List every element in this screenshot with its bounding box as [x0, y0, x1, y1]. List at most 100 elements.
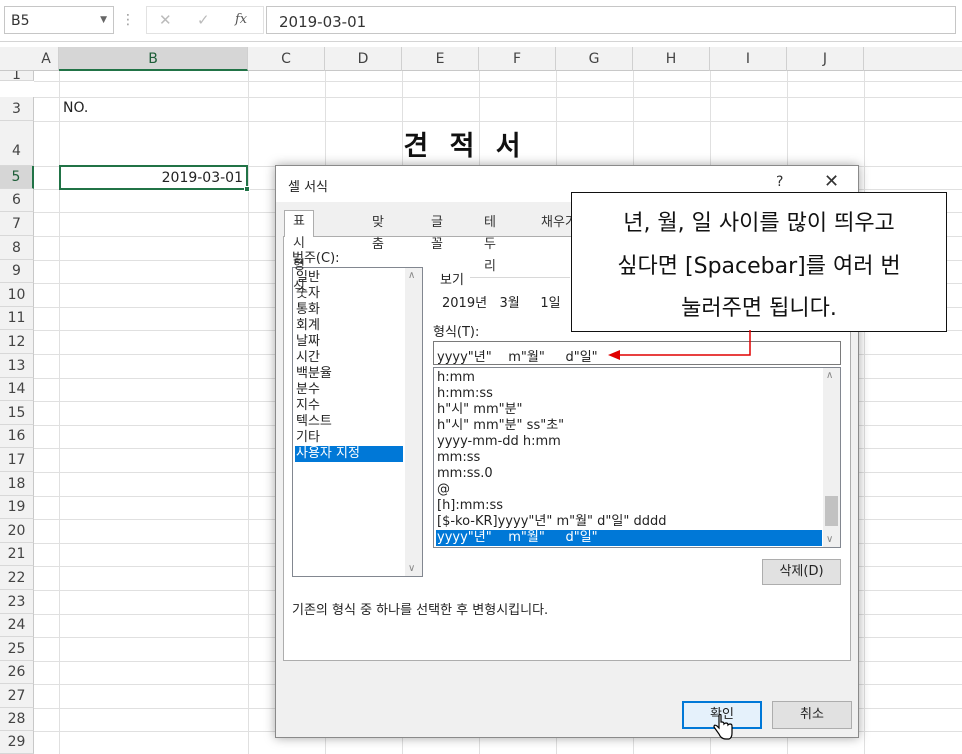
column-header-a[interactable]: A: [34, 47, 59, 71]
row-header-1[interactable]: 1: [0, 71, 34, 81]
row-header-9[interactable]: 9: [0, 260, 34, 283]
fill-handle[interactable]: [244, 186, 250, 192]
callout-arrow: [608, 330, 751, 360]
format-item[interactable]: h"시" mm"분": [436, 402, 822, 418]
formula-input[interactable]: 2019-03-01: [266, 6, 956, 34]
name-box-value: B5: [11, 13, 30, 29]
category-item[interactable]: 분수: [295, 382, 403, 398]
close-icon[interactable]: ✕: [824, 171, 839, 192]
row-header-16[interactable]: 16: [0, 425, 34, 448]
tab-border[interactable]: 테두리: [476, 212, 504, 274]
format-item[interactable]: h:mm: [436, 370, 822, 386]
sample-label: 보기: [440, 273, 464, 288]
column-header-b[interactable]: B: [59, 47, 248, 71]
tab-fill[interactable]: 채우기: [533, 212, 573, 236]
row-header-26[interactable]: 26: [0, 661, 34, 684]
row-header-6[interactable]: 6: [0, 189, 34, 212]
cancel-button[interactable]: 취소: [772, 701, 852, 729]
row-header-5[interactable]: 5: [0, 166, 34, 189]
row-header-12[interactable]: 12: [0, 330, 34, 354]
scroll-up-icon[interactable]: ∧: [826, 370, 833, 381]
format-item[interactable]: mm:ss.0: [436, 466, 822, 482]
formula-bar-separator-icon: ⋮: [121, 12, 135, 28]
category-item[interactable]: 통화: [295, 302, 403, 318]
tab-alignment[interactable]: 맞춤: [364, 212, 392, 252]
category-scrollbar[interactable]: ∧ ∨: [405, 268, 422, 576]
format-list[interactable]: h:mm h:mm:ss h"시" mm"분" h"시" mm"분" ss"초"…: [433, 367, 841, 548]
format-item[interactable]: mm:ss: [436, 450, 822, 466]
format-type-label: 형식(T):: [433, 325, 480, 340]
row-header-4[interactable]: 4: [0, 121, 34, 166]
row-header-18[interactable]: 18: [0, 472, 34, 496]
cell-b5-value: 2019-03-01: [161, 170, 243, 186]
category-item[interactable]: 백분율: [295, 366, 403, 382]
delete-button[interactable]: 삭제(D): [762, 559, 841, 585]
column-header-d[interactable]: D: [325, 47, 402, 71]
dialog-title: 셀 서식: [288, 180, 329, 195]
row-header-3[interactable]: 3: [0, 97, 34, 121]
scroll-down-icon[interactable]: ∨: [408, 563, 415, 574]
format-item[interactable]: h"시" mm"분" ss"초": [436, 418, 822, 434]
row-header-14[interactable]: 14: [0, 378, 34, 401]
row-header-23[interactable]: 23: [0, 590, 34, 614]
row-header-27[interactable]: 27: [0, 684, 34, 708]
format-item[interactable]: yyyy-mm-dd h:mm: [436, 434, 822, 450]
grid-line: [248, 71, 249, 754]
tab-number[interactable]: 표시 형식: [284, 210, 314, 295]
format-item[interactable]: @: [436, 482, 822, 498]
column-header-j[interactable]: J: [787, 47, 864, 71]
category-item[interactable]: 일반: [295, 270, 403, 286]
row-header-11[interactable]: 11: [0, 307, 34, 330]
format-list-scrollbar[interactable]: ∧ ∨: [823, 368, 840, 547]
sheet-title[interactable]: 견 적 서: [340, 124, 590, 163]
column-header-e[interactable]: E: [402, 47, 479, 71]
category-item[interactable]: 회계: [295, 318, 403, 334]
scroll-down-icon[interactable]: ∨: [826, 534, 833, 545]
grid-line: [34, 81, 962, 82]
category-item[interactable]: 시간: [295, 350, 403, 366]
row-header-24[interactable]: 24: [0, 614, 34, 637]
column-header-h[interactable]: H: [633, 47, 710, 71]
row-header-20[interactable]: 20: [0, 519, 34, 543]
row-header-8[interactable]: 8: [0, 236, 34, 260]
row-header-21[interactable]: 21: [0, 543, 34, 566]
format-item[interactable]: [$-ko-KR]yyyy"년" m"월" d"일" dddd: [436, 514, 822, 530]
scroll-up-icon[interactable]: ∧: [408, 270, 415, 281]
row-header-19[interactable]: 19: [0, 496, 34, 519]
tab-font[interactable]: 글꼴: [423, 212, 451, 252]
category-item[interactable]: 날짜: [295, 334, 403, 350]
row-header-29[interactable]: 29: [0, 731, 34, 754]
grid-line: [34, 97, 962, 98]
format-item-selected[interactable]: yyyy"년" m"월" d"일": [436, 530, 822, 546]
cancel-icon[interactable]: ✕: [159, 11, 172, 29]
column-header-c[interactable]: C: [248, 47, 325, 71]
chevron-down-icon[interactable]: ▼: [100, 15, 107, 25]
cell-b3[interactable]: NO.: [63, 100, 88, 116]
format-item[interactable]: h:mm:ss: [436, 386, 822, 402]
category-item[interactable]: 숫자: [295, 286, 403, 302]
category-list[interactable]: 일반 숫자 통화 회계 날짜 시간 백분율 분수 지수 텍스트 기타 사용자 지…: [292, 267, 423, 577]
help-icon[interactable]: ?: [776, 174, 783, 190]
callout-line-3: 눌러주면 됩니다.: [681, 296, 837, 321]
row-header-15[interactable]: 15: [0, 401, 34, 425]
row-header-13[interactable]: 13: [0, 354, 34, 378]
category-item[interactable]: 기타: [295, 430, 403, 446]
row-header-10[interactable]: 10: [0, 283, 34, 307]
enter-icon[interactable]: ✓: [197, 11, 210, 29]
row-header-25[interactable]: 25: [0, 637, 34, 661]
active-cell-b5[interactable]: 2019-03-01: [59, 165, 250, 192]
column-header-i[interactable]: I: [710, 47, 787, 71]
column-header-f[interactable]: F: [479, 47, 556, 71]
category-item[interactable]: 텍스트: [295, 414, 403, 430]
row-header-17[interactable]: 17: [0, 448, 34, 472]
row-header-22[interactable]: 22: [0, 566, 34, 590]
format-item[interactable]: [h]:mm:ss: [436, 498, 822, 514]
insert-function-icon[interactable]: fx: [235, 12, 247, 27]
category-item-selected[interactable]: 사용자 지정: [295, 446, 403, 462]
name-box[interactable]: B5 ▼: [4, 6, 114, 34]
scroll-thumb[interactable]: [825, 496, 838, 526]
category-item[interactable]: 지수: [295, 398, 403, 414]
row-header-28[interactable]: 28: [0, 708, 34, 731]
column-header-g[interactable]: G: [556, 47, 633, 71]
row-header-7[interactable]: 7: [0, 212, 34, 236]
